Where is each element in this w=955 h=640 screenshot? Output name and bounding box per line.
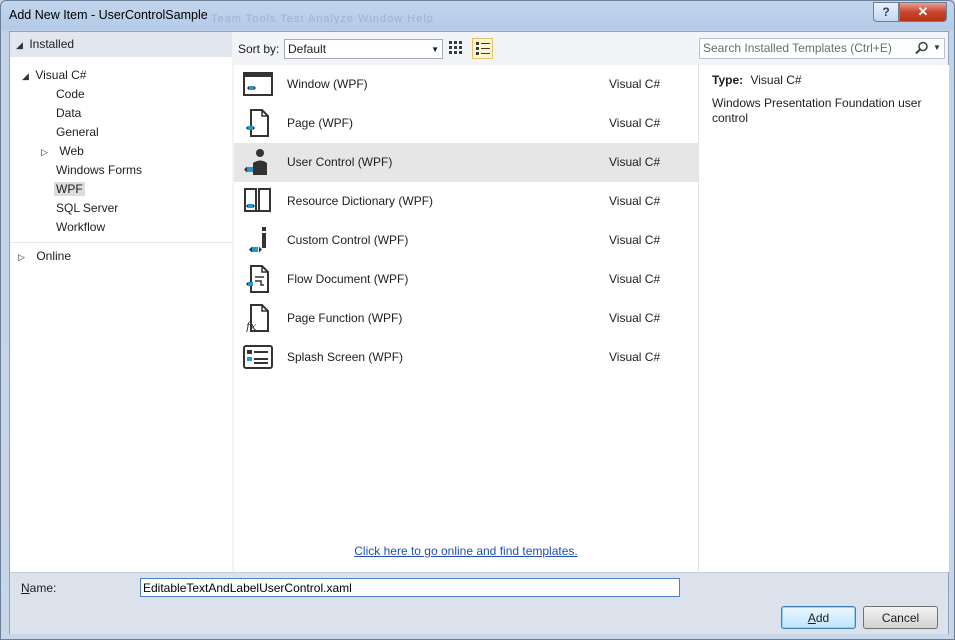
installed-header[interactable]: ◢ Installed <box>10 32 232 57</box>
template-description: Windows Presentation Foundation user con… <box>712 96 922 125</box>
template-name: Resource Dictionary (WPF) <box>287 194 434 208</box>
user-control-icon <box>244 149 267 175</box>
tree-item-sql-server[interactable]: SQL Server <box>56 199 118 218</box>
template-row-flow-document[interactable]: Flow Document (WPF) Visual C# <box>234 260 698 299</box>
sort-by-dropdown[interactable]: Default ▼ <box>284 39 443 59</box>
search-options-arrow-icon[interactable]: ▼ <box>933 43 941 52</box>
small-icons-view-button[interactable] <box>472 38 493 59</box>
template-language: Visual C# <box>609 233 661 247</box>
search-box[interactable]: ▼ <box>699 38 945 59</box>
background-menu-ghost: Team Tools Test Analyze Window Help <box>211 13 434 25</box>
grid-view-icon <box>449 41 462 54</box>
template-name: Page Function (WPF) <box>287 311 403 325</box>
title-bar[interactable]: Add New Item - UserControlSample Team To… <box>1 1 954 31</box>
page-icon <box>246 109 269 137</box>
collapse-arrow-icon[interactable]: ◢ <box>22 67 32 86</box>
help-icon: ? <box>882 5 890 19</box>
svg-text:fx: fx <box>245 320 257 332</box>
search-icon[interactable] <box>914 40 930 56</box>
add-new-item-dialog: Add New Item - UserControlSample Team To… <box>0 0 955 640</box>
flow-document-icon <box>246 265 269 293</box>
window-title: Add New Item - UserControlSample <box>9 8 208 22</box>
category-tree: ◢ Installed ◢ Visual C# Code Data Genera… <box>10 32 232 572</box>
installed-label: Installed <box>29 37 75 51</box>
template-language: Visual C# <box>609 350 661 364</box>
medium-icons-view-button[interactable] <box>446 38 466 58</box>
template-name: Window (WPF) <box>287 77 368 91</box>
template-row-resource-dictionary[interactable]: Resource Dictionary (WPF) Visual C# <box>234 182 698 221</box>
tree-item-data[interactable]: Data <box>56 104 81 123</box>
expand-arrow-icon[interactable]: ▷ <box>41 143 51 162</box>
template-name: User Control (WPF) <box>287 155 393 169</box>
template-details: Type: Visual C# Windows Presentation Fou… <box>698 65 949 572</box>
tree-item-web[interactable]: ▷ Web <box>41 142 84 161</box>
cancel-button[interactable]: Cancel <box>863 606 938 629</box>
custom-control-icon <box>249 227 266 253</box>
dropdown-arrow-icon: ▼ <box>431 45 439 54</box>
type-label: Type: <box>712 73 744 87</box>
tree-item-windows-forms[interactable]: Windows Forms <box>56 161 142 180</box>
tree-item-label: WPF <box>54 182 85 196</box>
tree-item-label: Online <box>36 249 72 263</box>
tree-item-workflow[interactable]: Workflow <box>56 218 105 237</box>
template-language: Visual C# <box>609 311 661 325</box>
resource-dictionary-icon <box>244 188 271 212</box>
dialog-client: ◢ Installed ◢ Visual C# Code Data Genera… <box>9 31 949 634</box>
template-name: Flow Document (WPF) <box>287 272 409 286</box>
tree-item-label: Visual C# <box>35 68 87 82</box>
expand-arrow-icon[interactable]: ▷ <box>18 248 28 267</box>
name-input[interactable] <box>140 578 680 597</box>
template-language: Visual C# <box>609 116 661 130</box>
tree-item-visual-csharp[interactable]: ◢ Visual C# <box>22 66 86 85</box>
search-input[interactable] <box>703 40 903 56</box>
search-toolbar: ▼ <box>698 32 948 65</box>
template-toolbar: Sort by: Default ▼ <box>234 32 698 65</box>
tree-item-general[interactable]: General <box>56 123 99 142</box>
close-icon: ✕ <box>917 4 929 19</box>
template-row-page-function[interactable]: fx Page Function (WPF) Visual C# <box>234 299 698 338</box>
template-name: Custom Control (WPF) <box>287 233 409 247</box>
close-button[interactable]: ✕ <box>899 2 947 22</box>
template-name: Page (WPF) <box>287 116 354 130</box>
name-bar: Name: Add Cancel <box>10 572 948 634</box>
find-templates-online-link[interactable]: Click here to go online and find templat… <box>234 544 698 558</box>
sort-by-value: Default <box>288 42 327 56</box>
tree-divider <box>10 242 232 243</box>
template-language: Visual C# <box>609 194 661 208</box>
template-language: Visual C# <box>609 77 661 91</box>
template-list: Window (WPF) Visual C# Page (WPF) Visual… <box>234 65 698 572</box>
template-row-window[interactable]: Window (WPF) Visual C# <box>234 65 698 104</box>
template-name: Splash Screen (WPF) <box>287 350 404 364</box>
template-row-page[interactable]: Page (WPF) Visual C# <box>234 104 698 143</box>
template-row-user-control[interactable]: User Control (WPF) Visual C# <box>234 143 698 182</box>
page-function-icon: fx <box>245 304 269 332</box>
window-icon <box>243 72 273 96</box>
template-row-splash-screen[interactable]: Splash Screen (WPF) Visual C# <box>234 338 698 377</box>
collapse-arrow-icon[interactable]: ◢ <box>16 36 26 55</box>
tree-item-code[interactable]: Code <box>56 85 85 104</box>
list-view-icon <box>475 41 490 55</box>
tree-item-label: Web <box>59 144 84 158</box>
type-value: Visual C# <box>750 73 802 87</box>
template-row-custom-control[interactable]: Custom Control (WPF) Visual C# <box>234 221 698 260</box>
tree-item-online[interactable]: ▷ Online <box>18 247 71 266</box>
template-language: Visual C# <box>609 155 661 169</box>
name-label: Name: <box>21 581 57 595</box>
add-button-label: Add <box>807 610 830 625</box>
template-language: Visual C# <box>609 272 661 286</box>
template-type: Type: Visual C# <box>712 73 802 87</box>
add-button[interactable]: Add <box>781 606 856 629</box>
help-button[interactable]: ? <box>873 2 899 22</box>
splash-screen-icon <box>243 345 273 369</box>
tree-item-wpf[interactable]: WPF <box>54 180 85 199</box>
sort-by-label: Sort by: <box>238 42 280 56</box>
